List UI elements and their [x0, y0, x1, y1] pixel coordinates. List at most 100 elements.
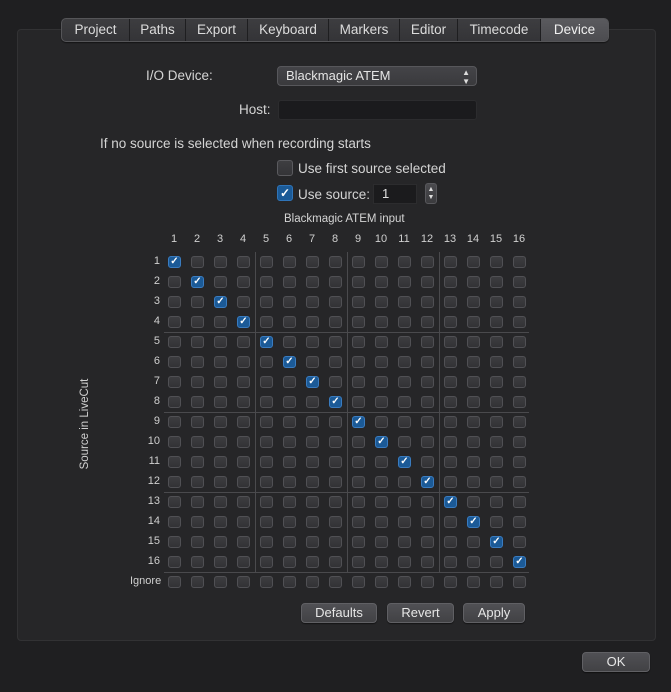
matrix-checkbox[interactable]: [421, 316, 434, 328]
matrix-checkbox[interactable]: ✓: [513, 556, 526, 568]
matrix-checkbox[interactable]: [444, 416, 457, 428]
matrix-checkbox[interactable]: [283, 516, 296, 528]
matrix-checkbox[interactable]: [513, 456, 526, 468]
matrix-checkbox[interactable]: [306, 456, 319, 468]
matrix-checkbox[interactable]: [260, 536, 273, 548]
matrix-checkbox[interactable]: [398, 396, 411, 408]
matrix-checkbox[interactable]: [191, 416, 204, 428]
matrix-checkbox[interactable]: [329, 416, 342, 428]
matrix-checkbox[interactable]: [398, 316, 411, 328]
matrix-checkbox[interactable]: [306, 256, 319, 268]
matrix-checkbox[interactable]: [375, 456, 388, 468]
matrix-checkbox[interactable]: [375, 276, 388, 288]
matrix-checkbox[interactable]: [444, 516, 457, 528]
matrix-checkbox[interactable]: [444, 376, 457, 388]
matrix-checkbox[interactable]: [467, 576, 480, 588]
matrix-checkbox[interactable]: [260, 496, 273, 508]
matrix-checkbox[interactable]: [398, 256, 411, 268]
matrix-checkbox[interactable]: [168, 316, 181, 328]
matrix-checkbox[interactable]: [237, 536, 250, 548]
matrix-checkbox[interactable]: [329, 536, 342, 548]
matrix-checkbox[interactable]: [375, 476, 388, 488]
matrix-checkbox[interactable]: [306, 536, 319, 548]
matrix-checkbox[interactable]: [490, 476, 503, 488]
matrix-checkbox[interactable]: [260, 556, 273, 568]
matrix-checkbox[interactable]: [329, 476, 342, 488]
matrix-checkbox[interactable]: [352, 316, 365, 328]
matrix-checkbox[interactable]: [283, 396, 296, 408]
matrix-checkbox[interactable]: [467, 436, 480, 448]
matrix-checkbox[interactable]: [260, 396, 273, 408]
matrix-checkbox[interactable]: [214, 516, 227, 528]
matrix-checkbox[interactable]: [467, 276, 480, 288]
matrix-checkbox[interactable]: [306, 336, 319, 348]
matrix-checkbox[interactable]: [375, 316, 388, 328]
matrix-checkbox[interactable]: [490, 496, 503, 508]
matrix-checkbox[interactable]: [398, 536, 411, 548]
matrix-checkbox[interactable]: [467, 396, 480, 408]
matrix-checkbox[interactable]: [168, 536, 181, 548]
matrix-checkbox[interactable]: [306, 316, 319, 328]
matrix-checkbox[interactable]: [168, 516, 181, 528]
matrix-checkbox[interactable]: [191, 356, 204, 368]
matrix-checkbox[interactable]: [375, 496, 388, 508]
matrix-checkbox[interactable]: [490, 256, 503, 268]
matrix-checkbox[interactable]: [352, 356, 365, 368]
matrix-checkbox[interactable]: [214, 256, 227, 268]
matrix-checkbox[interactable]: [398, 356, 411, 368]
matrix-checkbox[interactable]: [260, 436, 273, 448]
matrix-checkbox[interactable]: [513, 276, 526, 288]
matrix-checkbox[interactable]: [283, 336, 296, 348]
matrix-checkbox[interactable]: [398, 496, 411, 508]
matrix-checkbox[interactable]: [352, 456, 365, 468]
matrix-checkbox[interactable]: [306, 356, 319, 368]
matrix-checkbox[interactable]: [214, 576, 227, 588]
matrix-checkbox[interactable]: [398, 296, 411, 308]
matrix-checkbox[interactable]: [237, 416, 250, 428]
matrix-checkbox[interactable]: [490, 376, 503, 388]
matrix-checkbox[interactable]: [467, 376, 480, 388]
matrix-checkbox[interactable]: [444, 576, 457, 588]
matrix-checkbox[interactable]: [214, 436, 227, 448]
matrix-checkbox[interactable]: [490, 436, 503, 448]
matrix-checkbox[interactable]: [398, 516, 411, 528]
matrix-checkbox[interactable]: [168, 376, 181, 388]
matrix-checkbox[interactable]: [421, 256, 434, 268]
matrix-checkbox[interactable]: ✓: [490, 536, 503, 548]
matrix-checkbox[interactable]: [260, 516, 273, 528]
matrix-checkbox[interactable]: [444, 476, 457, 488]
matrix-checkbox[interactable]: [421, 576, 434, 588]
matrix-checkbox[interactable]: [191, 436, 204, 448]
matrix-checkbox[interactable]: [467, 356, 480, 368]
matrix-checkbox[interactable]: [444, 296, 457, 308]
matrix-checkbox[interactable]: [513, 496, 526, 508]
matrix-checkbox[interactable]: [467, 536, 480, 548]
matrix-checkbox[interactable]: ✓: [214, 296, 227, 308]
matrix-checkbox[interactable]: [329, 376, 342, 388]
matrix-checkbox[interactable]: [467, 556, 480, 568]
matrix-checkbox[interactable]: [421, 336, 434, 348]
matrix-checkbox[interactable]: [306, 576, 319, 588]
matrix-checkbox[interactable]: [513, 296, 526, 308]
matrix-checkbox[interactable]: [421, 536, 434, 548]
matrix-checkbox[interactable]: [237, 576, 250, 588]
matrix-checkbox[interactable]: [214, 396, 227, 408]
matrix-checkbox[interactable]: [283, 476, 296, 488]
matrix-checkbox[interactable]: [237, 376, 250, 388]
matrix-checkbox[interactable]: [306, 416, 319, 428]
matrix-checkbox[interactable]: ✓: [306, 376, 319, 388]
matrix-checkbox[interactable]: [237, 296, 250, 308]
matrix-checkbox[interactable]: [306, 276, 319, 288]
matrix-checkbox[interactable]: [214, 496, 227, 508]
matrix-checkbox[interactable]: [421, 396, 434, 408]
matrix-checkbox[interactable]: [375, 356, 388, 368]
matrix-checkbox[interactable]: [490, 336, 503, 348]
matrix-checkbox[interactable]: [375, 536, 388, 548]
matrix-checkbox[interactable]: [191, 556, 204, 568]
matrix-checkbox[interactable]: [306, 476, 319, 488]
matrix-checkbox[interactable]: [490, 396, 503, 408]
matrix-checkbox[interactable]: [421, 376, 434, 388]
matrix-checkbox[interactable]: [513, 576, 526, 588]
matrix-checkbox[interactable]: [283, 456, 296, 468]
matrix-checkbox[interactable]: [168, 576, 181, 588]
